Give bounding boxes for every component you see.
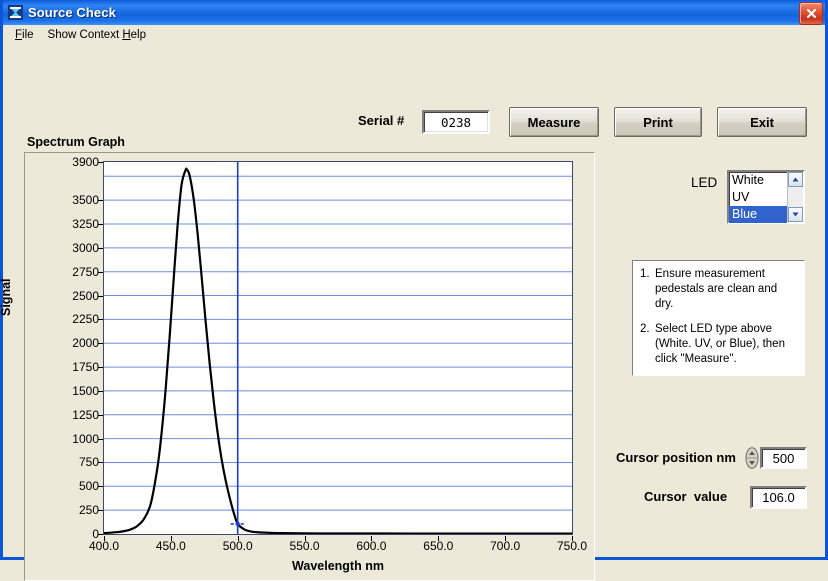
y-tick-mark bbox=[98, 390, 103, 392]
y-tick-label: 1000 bbox=[72, 431, 99, 446]
y-tick-mark bbox=[98, 319, 103, 321]
cursor-value-display: 106.0 bbox=[750, 486, 807, 509]
y-tick-mark bbox=[98, 414, 103, 416]
y-tick-label: 2500 bbox=[72, 288, 99, 303]
y-tick-label: 1250 bbox=[72, 407, 99, 422]
scroll-up-arrow-icon[interactable] bbox=[788, 172, 803, 187]
x-tick-label: 750.0 bbox=[556, 539, 588, 553]
x-tick-mark bbox=[304, 536, 306, 541]
y-tick-mark bbox=[98, 534, 103, 535]
x-tick-label: 700.0 bbox=[490, 539, 521, 553]
y-tick-label: 3500 bbox=[72, 193, 99, 208]
led-option-uv[interactable]: UV bbox=[729, 189, 787, 206]
x-tick-mark bbox=[438, 536, 440, 541]
y-tick-label: 1500 bbox=[72, 383, 99, 398]
x-tick-mark bbox=[237, 536, 239, 541]
instruction-item: 1. Ensure measurement pedestals are clean… bbox=[640, 267, 797, 312]
exit-button[interactable]: Exit bbox=[717, 107, 807, 137]
x-tick-mark bbox=[170, 536, 172, 541]
y-tick-mark bbox=[98, 343, 103, 345]
close-button[interactable] bbox=[799, 2, 823, 25]
scroll-down-arrow-icon[interactable] bbox=[788, 207, 803, 222]
x-tick-label: 400.0 bbox=[88, 539, 120, 553]
y-tick-label: 750 bbox=[78, 455, 99, 470]
x-tick-label: 450.0 bbox=[155, 539, 186, 553]
y-axis-title: Signal bbox=[0, 278, 13, 316]
spectrum-plot-svg bbox=[104, 162, 572, 534]
cursor-position-stepper[interactable] bbox=[745, 447, 759, 469]
client-area: Serial # 0238 Measure Print Exit Spectru… bbox=[0, 44, 825, 581]
y-tick-label: 2750 bbox=[72, 264, 99, 279]
y-tick-mark bbox=[98, 438, 103, 440]
led-listbox[interactable]: White UV Blue bbox=[727, 170, 805, 224]
cursor-position-value[interactable]: 500 bbox=[760, 447, 807, 469]
window-title: Source Check bbox=[28, 5, 116, 20]
x-tick-label: 500.0 bbox=[222, 539, 253, 553]
y-tick-mark bbox=[98, 462, 103, 464]
serial-number-input[interactable]: 0238 bbox=[422, 110, 490, 134]
measure-button[interactable]: Measure bbox=[509, 107, 599, 137]
spectrum-plot[interactable] bbox=[103, 161, 573, 535]
cursor-value-label: Cursor value bbox=[644, 489, 728, 504]
menu-bar: File Show Context Help bbox=[3, 25, 825, 45]
y-tick-label: 3900 bbox=[72, 155, 99, 169]
led-option-white[interactable]: White bbox=[729, 172, 787, 189]
y-tick-label: 2250 bbox=[72, 312, 99, 327]
menu-item-show-context-help[interactable]: Show Context Help bbox=[41, 27, 153, 43]
x-axis-title: Wavelength nm bbox=[292, 559, 384, 573]
print-button[interactable]: Print bbox=[614, 107, 702, 137]
y-tick-label: 3250 bbox=[72, 217, 99, 231]
x-tick-label: 550.0 bbox=[289, 539, 320, 553]
x-tick-mark bbox=[572, 536, 573, 541]
instruction-number: 1. bbox=[640, 268, 650, 280]
y-tick-mark bbox=[98, 247, 103, 249]
x-tick-label: 650.0 bbox=[423, 539, 454, 553]
led-option-list: White UV Blue bbox=[729, 172, 787, 223]
x-axis-tick-labels: 400.0 450.0 500.0 550.0 600.0 650.0 700.0 750.0 bbox=[63, 539, 623, 559]
spinner-icon bbox=[745, 447, 759, 469]
led-scrollbar[interactable] bbox=[787, 172, 803, 222]
serial-number-label: Serial # bbox=[358, 113, 405, 128]
instruction-number: 2. bbox=[640, 323, 650, 335]
y-tick-label: 3000 bbox=[72, 240, 99, 255]
y-tick-mark bbox=[98, 224, 103, 225]
x-tick-mark bbox=[104, 536, 105, 541]
y-tick-label: 250 bbox=[78, 503, 99, 518]
instruction-text: Ensure measurement pedestals are clean a… bbox=[655, 268, 778, 310]
x-tick-label: 600.0 bbox=[356, 539, 387, 553]
led-option-blue[interactable]: Blue bbox=[729, 206, 787, 223]
y-axis-tick-labels: 0 250 500 750 1000 1250 1500 1750 2000 2250 2500 27… bbox=[43, 154, 99, 544]
cursor-position-label: Cursor position nm bbox=[616, 450, 736, 465]
instruction-item: 2. Select LED type above (White. UV, or B… bbox=[640, 322, 797, 367]
x-tick-mark bbox=[371, 536, 373, 541]
spectrum-graph-label: Spectrum Graph bbox=[27, 135, 125, 149]
y-tick-label: 1750 bbox=[72, 360, 99, 375]
led-label: LED bbox=[691, 175, 718, 190]
y-tick-label: 500 bbox=[78, 479, 99, 494]
y-tick-mark bbox=[98, 295, 103, 297]
close-icon bbox=[806, 8, 816, 19]
y-tick-mark bbox=[98, 271, 103, 273]
instructions-panel: 1. Ensure measurement pedestals are clean… bbox=[632, 260, 805, 376]
hourglass-icon bbox=[6, 4, 24, 22]
y-tick-label: 2000 bbox=[72, 336, 99, 351]
instruction-text: Select LED type above (White. UV, or Blu… bbox=[655, 323, 785, 365]
spectrum-curve bbox=[104, 167, 572, 534]
title-bar: Source Check bbox=[3, 0, 825, 25]
x-tick-mark bbox=[505, 536, 507, 541]
y-tick-mark bbox=[98, 162, 103, 163]
y-tick-mark bbox=[98, 486, 103, 488]
y-tick-mark bbox=[98, 200, 103, 202]
y-tick-mark bbox=[98, 367, 103, 369]
y-tick-mark bbox=[98, 510, 103, 512]
menu-item-file[interactable]: File bbox=[8, 27, 41, 43]
application-window: Source Check File Show Context Help Seri… bbox=[0, 0, 828, 581]
